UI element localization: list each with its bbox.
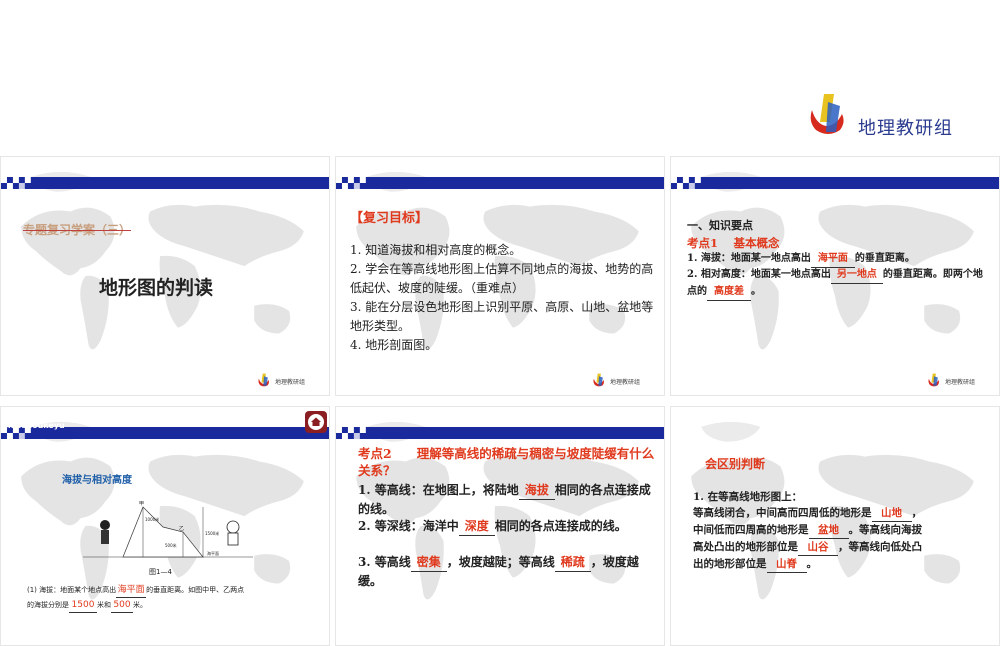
logo-mark-icon	[258, 373, 269, 387]
slide-logo-text: 地理教研组	[945, 379, 976, 386]
logo-mark-icon	[928, 373, 939, 387]
label-yi: 乙	[179, 525, 184, 532]
answer-blank: 盆地	[808, 522, 849, 539]
text: 的海拔分别是	[27, 601, 69, 609]
text: 。	[751, 286, 761, 297]
text: ，坡度越陡；等高线	[446, 555, 555, 569]
slide-title: 地形图的判读	[99, 277, 214, 299]
slide-thumbnail-2[interactable]: 【复习目标】 1. 知道海拔和相对高度的概念。 2. 学会在等高线地形图上估算不…	[335, 156, 665, 396]
person-left-icon	[100, 520, 110, 544]
slide-thumbnail-1[interactable]: 专题复习学案（三） 地形图的判读 地理教研组	[0, 156, 330, 396]
label-sea: 海平面	[207, 550, 219, 556]
paragraph-depth: 2. 等深线：海洋中 深度 相同的各点连接成的线。	[358, 517, 658, 536]
text: 的垂直距离。	[854, 253, 915, 264]
slide-logo: 地理教研组	[592, 373, 656, 389]
slide-logo: 地理教研组	[927, 373, 991, 389]
side-title: 海拔与相对高度	[62, 475, 132, 486]
text: 3. 等高线	[358, 555, 411, 569]
text: (1) 海拔：地面某个地点高出	[27, 586, 117, 594]
label-h2: 1500米	[205, 530, 219, 536]
topic-heading: 会区别判断	[705, 457, 766, 471]
logo-mark-icon	[810, 94, 844, 134]
paragraph-contour: 1. 等高线：在地图上，将陆地 海拔 相同的各点连接成的线。	[358, 481, 658, 518]
answer-blank: 海平面	[116, 583, 147, 598]
answer-blank: 高度差	[707, 284, 751, 301]
altitude-diagram: 甲 乙 1000米 1500米 500米 海平面	[83, 501, 253, 558]
text: 中间低而四周高的地形是	[693, 524, 809, 536]
answer-blank: 500	[111, 598, 133, 613]
slide-thumbnail-6[interactable]: 会区别判断 1. 在等高线地形图上： 等高线闭合，中间高而四周低的地形是 山地， …	[670, 406, 1000, 646]
header-bar	[336, 427, 664, 439]
text: 米。	[133, 601, 147, 609]
header-bar	[336, 177, 664, 189]
slide-logo-text: 地理教研组	[275, 379, 306, 386]
text: 1. 海拔：地面某一地点高出	[687, 253, 811, 264]
slide-heading: 【复习目标】	[350, 211, 429, 226]
answer-blank: 山脊	[766, 556, 807, 573]
header-bar	[671, 177, 999, 189]
text: 。等高线向海拔	[848, 524, 923, 536]
home-button[interactable]	[305, 411, 327, 433]
text: 等高线闭合，中间高而四周低的地形是	[693, 507, 872, 519]
slide-subtitle: 专题复习学案（三）	[23, 223, 132, 237]
text: 2. 等深线：海洋中	[358, 519, 459, 533]
text: 相同的各点连接成的线。	[494, 519, 627, 533]
altitude-note: (1) 海拔：地面某个地点高出海平面 的垂直距离。如图中甲、乙两点 的海拔分别是 1…	[27, 583, 323, 613]
header-bar	[1, 177, 329, 189]
header-logo: 地理教研组	[806, 92, 996, 144]
answer-blank: 1500	[69, 598, 97, 613]
slide-thumbnail-4[interactable]: Jiaoshoukeyu 海拔与相对高度 甲 乙 1000米 1500米 500…	[0, 406, 330, 646]
logo-mark-icon	[593, 373, 604, 387]
home-icon	[308, 414, 324, 430]
header-text: Jiaoshoukeyu	[5, 421, 65, 430]
label-h3: 500米	[165, 542, 177, 548]
label-h1: 1000米	[145, 516, 159, 522]
answer-blank: 密集	[410, 553, 447, 572]
slide-logo-text: 地理教研组	[610, 379, 641, 386]
figure-label: 图1—4	[149, 568, 172, 576]
topic-heading: 考点1 基本概念	[687, 236, 780, 250]
text: ，等高线向低处凸	[838, 541, 922, 553]
answer-blank: 山谷	[798, 539, 838, 556]
answer-blank: 稀疏	[554, 553, 591, 572]
answer-blank: 海平面	[810, 251, 855, 268]
text: 的垂直距离。如图中甲、乙两点	[146, 586, 245, 594]
slide-thumbnail-3[interactable]: 一、知识要点 考点1 基本概念 1. 海拔：地面某一地点高出 海平面 的垂直距离。 …	[670, 156, 1000, 396]
text: 1. 等高线：在地图上，将陆地	[358, 483, 519, 497]
paragraph-slope: 3. 等高线 密集 ，坡度越陡；等高线 稀疏 ，坡度越缓。	[358, 553, 658, 590]
text: 高处凸出的地形部位是	[693, 541, 798, 553]
section-heading: 一、知识要点	[687, 219, 753, 232]
slide-thumbnail-5[interactable]: 考点2 理解等高线的稀疏与稠密与坡度陡缓有什么关系？ 1. 等高线：在地图上，将…	[335, 406, 665, 646]
text: 出的地形部位是	[693, 558, 767, 570]
topic-heading: 考点2 理解等高线的稀疏与稠密与坡度陡缓有什么关系？	[358, 446, 655, 478]
objective-item-2: 2. 学会在等高线地形图上估算不同地点的海拔、地势的高低起伏、坡度的陡缓。（重难…	[350, 262, 654, 295]
paragraph-landforms: 1. 在等高线地形图上： 等高线闭合，中间高而四周低的地形是 山地， 中间低而四周…	[693, 489, 989, 573]
text: 。	[806, 558, 818, 570]
objective-item-3: 3. 能在分层设色地形图上识别平原、高原、山地、盆地等地形类型。	[350, 300, 654, 333]
text: 米和	[97, 601, 111, 609]
slide-logo: 地理教研组	[257, 373, 321, 389]
answer-blank: 山地	[871, 505, 912, 522]
answer-blank: 海拔	[518, 481, 555, 500]
objective-item-1: 1. 知道海拔和相对高度的概念。	[350, 243, 522, 257]
objective-list: 1. 知道海拔和相对高度的概念。 2. 学会在等高线地形图上估算不同地点的海拔、…	[350, 241, 656, 355]
answer-blank: 深度	[458, 517, 495, 536]
label-jia: 甲	[139, 501, 144, 507]
text: 1. 在等高线地形图上：	[693, 491, 803, 503]
answer-blank: 另一地点	[830, 267, 883, 284]
paragraph-altitude: 1. 海拔：地面某一地点高出 海平面 的垂直距离。	[687, 251, 989, 268]
person-right-icon	[226, 520, 240, 546]
text: ，	[911, 507, 923, 519]
paragraph-relative-height: 2. 相对高度：地面某一地点高出 另一地点 的垂直距离。即两个地点的 高度差。	[687, 267, 989, 301]
objective-item-4: 4. 地形剖面图。	[350, 338, 438, 352]
header-logo-text: 地理教研组	[858, 118, 953, 139]
text: 2. 相对高度：地面某一地点高出	[687, 269, 831, 280]
